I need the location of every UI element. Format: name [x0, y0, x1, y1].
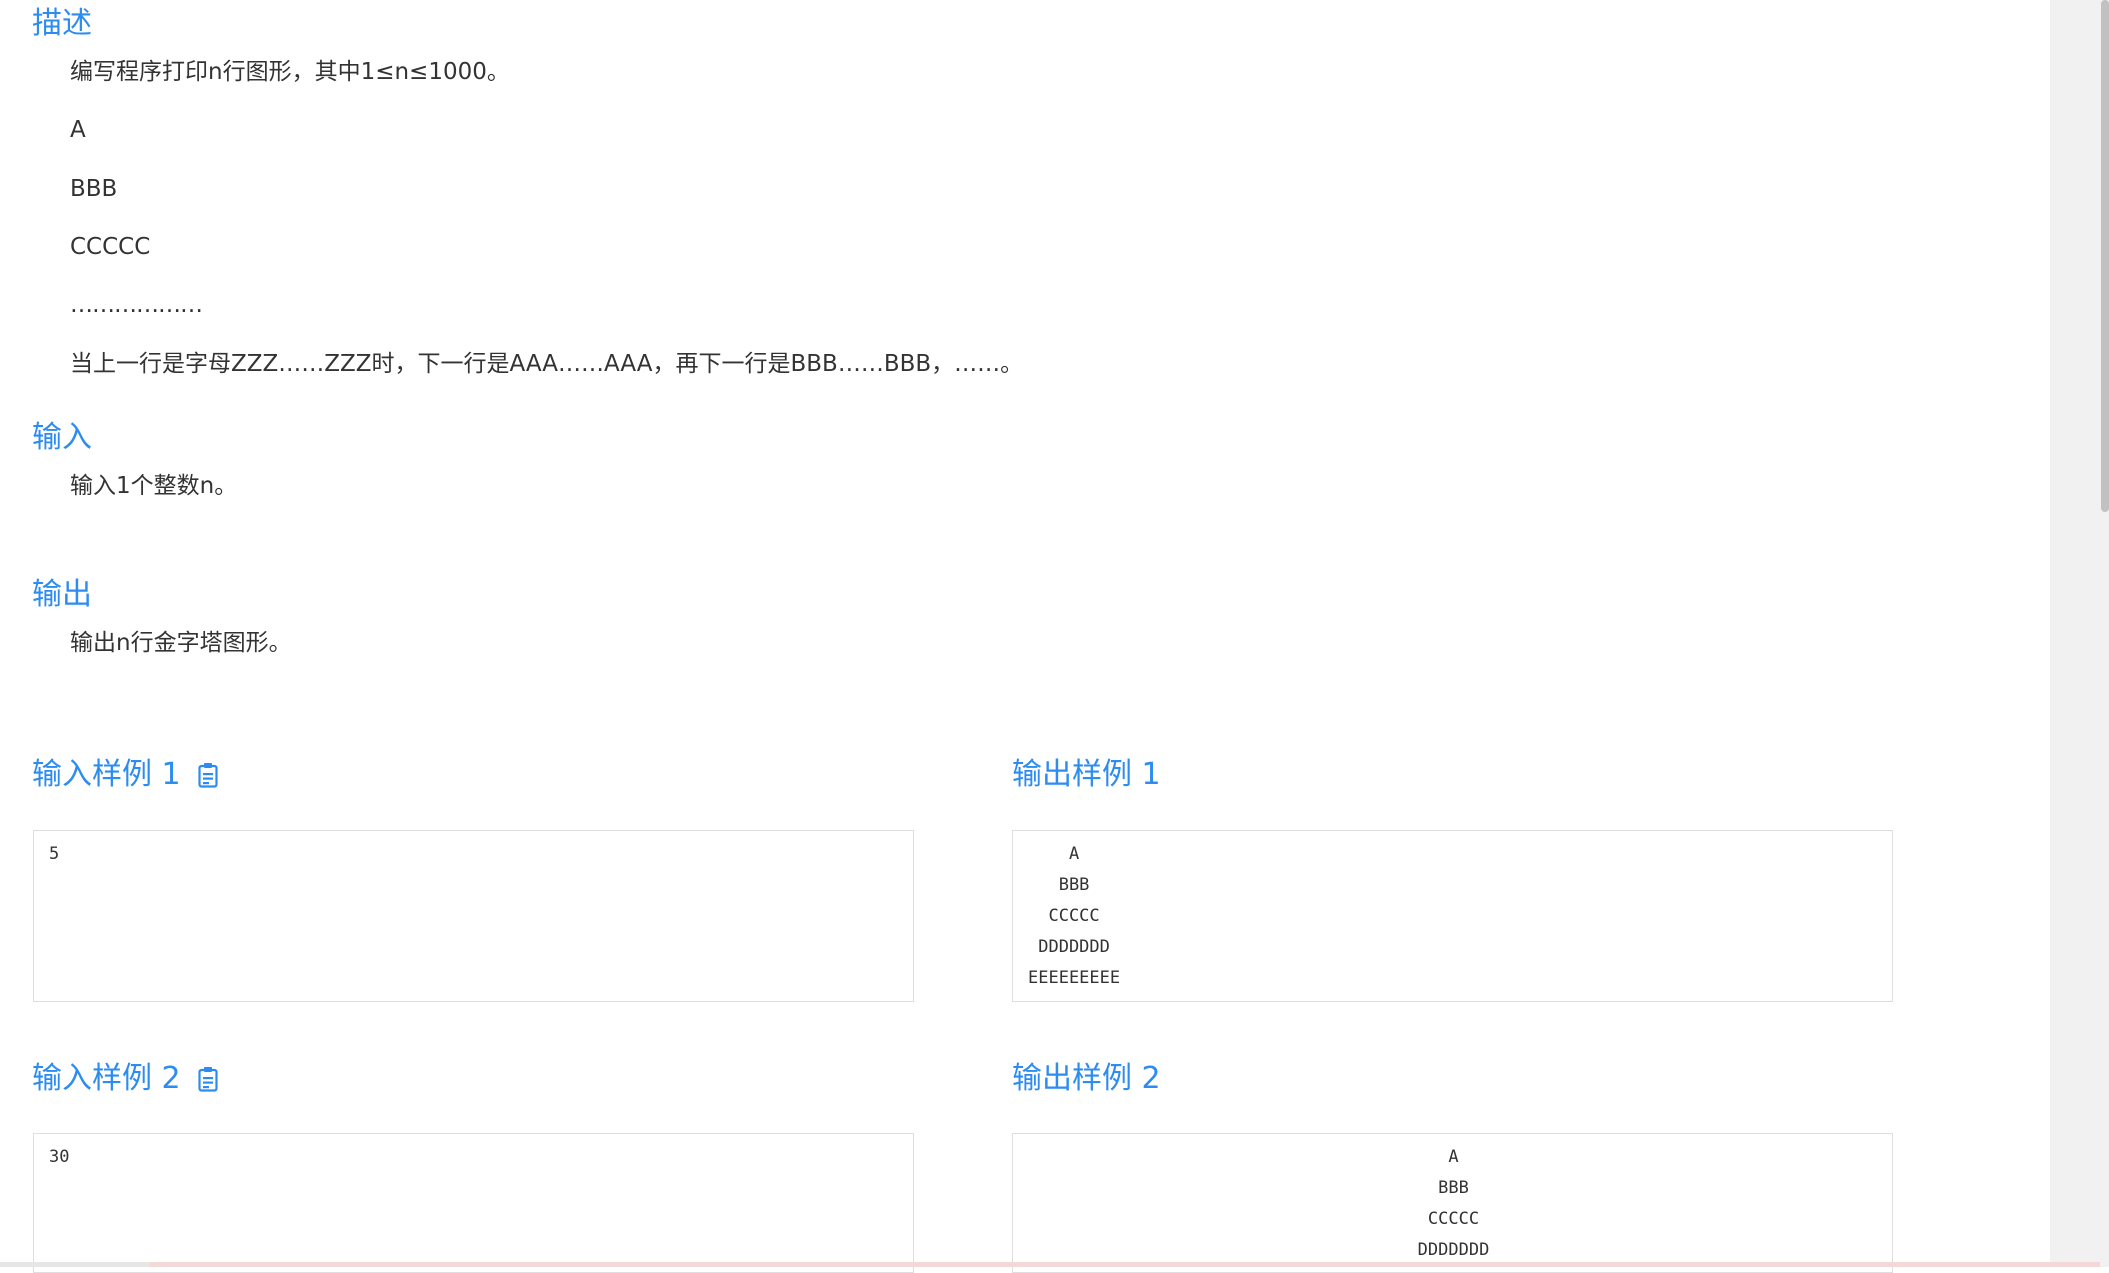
description-heading: 描述: [32, 6, 92, 41]
clipboard-icon[interactable]: [198, 1066, 218, 1092]
sample-output-1-box[interactable]: A BBB CCCCC DDDDDDD EEEEEEEEE: [1012, 830, 1893, 1002]
problem-content: 描述 编写程序打印n行图形，其中1≤n≤1000。 A BBB CCCCC ………: [0, 0, 2050, 1273]
input-text: 输入1个整数n。: [70, 473, 238, 499]
sample-input-2-value: 30: [49, 1147, 70, 1167]
vertical-scrollbar-thumb[interactable]: [2101, 0, 2109, 512]
input-heading: 输入: [32, 420, 92, 455]
description-ellipsis: ………………: [70, 292, 203, 318]
sample-input-1-value: 5: [49, 844, 60, 864]
description-text: 编写程序打印n行图形，其中1≤n≤1000。: [70, 59, 510, 85]
output-heading: 输出: [32, 577, 92, 612]
sample-output-2-heading: 输出样例 2: [1012, 1061, 1161, 1096]
horizontal-scrollbar-thumb[interactable]: [150, 1262, 2100, 1267]
sample-input-1-heading: 输入样例 1: [32, 757, 181, 792]
sample-output-1-heading: 输出样例 1: [1012, 757, 1161, 792]
sample-input-1-box[interactable]: 5: [33, 830, 914, 1002]
description-example-line-a: A: [70, 117, 86, 143]
description-rule: 当上一行是字母ZZZ……ZZZ时，下一行是AAA……AAA，再下一行是BBB………: [70, 351, 1024, 377]
description-example-line-c: CCCCC: [70, 234, 151, 260]
sample-input-2-box[interactable]: 30: [33, 1133, 914, 1273]
description-example-line-b: BBB: [70, 176, 118, 202]
sample-output-1-value: A BBB CCCCC DDDDDDD EEEEEEEEE: [1028, 844, 1121, 988]
clipboard-icon[interactable]: [198, 762, 218, 788]
output-text: 输出n行金字塔图形。: [70, 630, 292, 656]
sample-input-2-heading: 输入样例 2: [32, 1061, 181, 1096]
sample-output-2-box[interactable]: A BBB CCCCC DDDDDDD: [1012, 1133, 1893, 1273]
sample-output-2-value: A BBB CCCCC DDDDDDD: [1417, 1147, 1490, 1260]
